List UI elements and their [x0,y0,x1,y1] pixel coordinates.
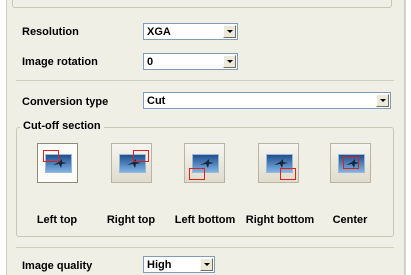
chevron-down-icon[interactable] [223,55,236,68]
separator [16,80,394,81]
cutoff-section-title: Cut-off section [20,120,104,132]
separator [16,247,394,248]
image-quality-select[interactable]: High [143,256,215,273]
conversion-type-select[interactable]: Cut [143,92,391,109]
chevron-down-icon[interactable] [223,25,236,38]
crop-frame [133,150,149,162]
chevron-down-icon[interactable] [200,258,213,271]
panel-edge [405,0,411,275]
image-rotation-label: Image rotation [22,56,98,68]
previous-group-edge [12,0,392,8]
conversion-type-value: Cut [147,95,166,107]
crop-option-left-top[interactable] [37,143,78,183]
chevron-down-icon[interactable] [376,94,389,107]
resolution-label: Resolution [22,26,79,38]
image-quality-label: Image quality [22,260,93,272]
crop-frame [189,168,205,180]
image-quality-value: High [147,259,172,271]
resolution-select[interactable]: XGA [143,23,238,40]
crop-frame [343,157,359,169]
crop-option-right-bottom[interactable] [258,143,299,183]
crop-option-label[interactable]: Right top [96,214,166,226]
conversion-type-label: Conversion type [22,96,109,108]
crop-option-label[interactable]: Left top [22,214,92,226]
crop-option-center[interactable] [330,143,371,183]
image-rotation-select[interactable]: 0 [143,53,238,70]
crop-option-left-bottom[interactable] [184,143,225,183]
crop-frame [43,150,59,162]
crop-option-right-top[interactable] [111,143,152,183]
crop-option-label[interactable]: Left bottom [170,214,240,226]
crop-option-label[interactable]: Center [315,214,385,226]
crop-frame [280,168,296,180]
resolution-value: XGA [147,26,171,38]
crop-option-label[interactable]: Right bottom [245,214,315,226]
image-rotation-value: 0 [147,56,154,68]
